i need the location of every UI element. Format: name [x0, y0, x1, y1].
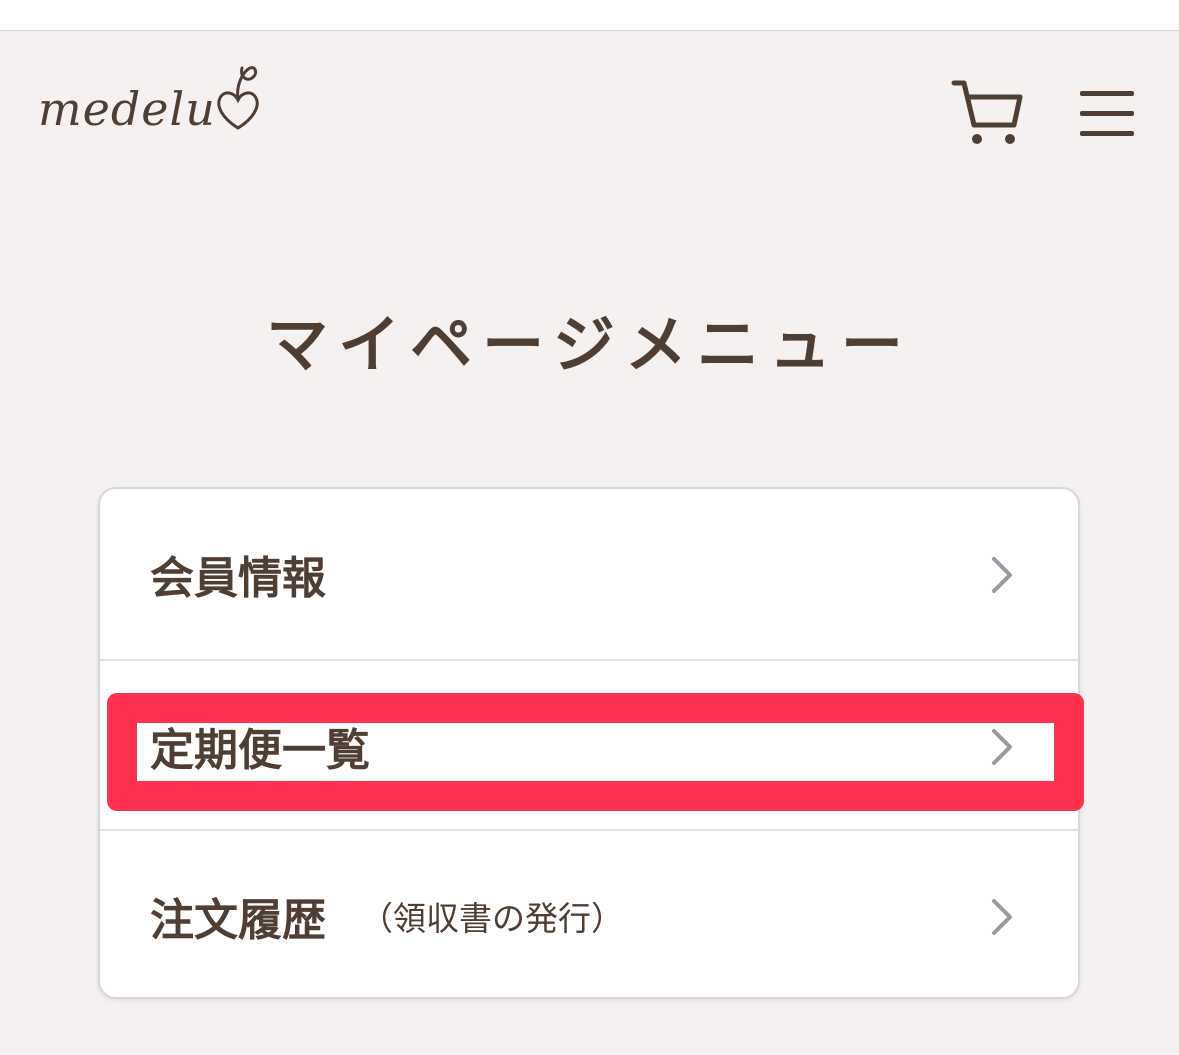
menu-item-subtitle: （領収書の発行）: [360, 899, 624, 938]
heart-logo-icon: [217, 66, 259, 130]
menu-item-label: 会員情報: [150, 489, 326, 659]
logo-text: medelu: [38, 82, 216, 136]
mypage-menu-card: 会員情報 定期便一覧 注文履歴 （領収書の発行）: [98, 487, 1080, 999]
menu-item-title: 注文履歴: [150, 895, 326, 946]
menu-item-subscription-list[interactable]: 定期便一覧: [100, 659, 1078, 831]
hamburger-menu-button[interactable]: [1076, 88, 1138, 140]
browser-top-strip: [0, 0, 1179, 31]
menu-item-title: 定期便一覧: [150, 725, 370, 776]
chevron-right-icon: [992, 557, 1012, 593]
site-logo[interactable]: medelu: [38, 62, 264, 132]
menu-item-label: 定期便一覧: [150, 661, 370, 831]
page-title: マイページメニュー: [266, 308, 913, 381]
menu-item-order-history[interactable]: 注文履歴 （領収書の発行）: [100, 829, 1078, 997]
menu-item-title: 会員情報: [150, 553, 326, 604]
cart-button[interactable]: [950, 77, 1024, 151]
cart-icon: [951, 80, 1023, 144]
menu-item-member-info[interactable]: 会員情報: [100, 489, 1078, 659]
menu-item-label: 注文履歴 （領収書の発行）: [150, 831, 624, 997]
chevron-right-icon: [992, 899, 1012, 935]
hamburger-menu-icon: [1080, 91, 1134, 136]
chevron-right-icon: [992, 729, 1012, 765]
